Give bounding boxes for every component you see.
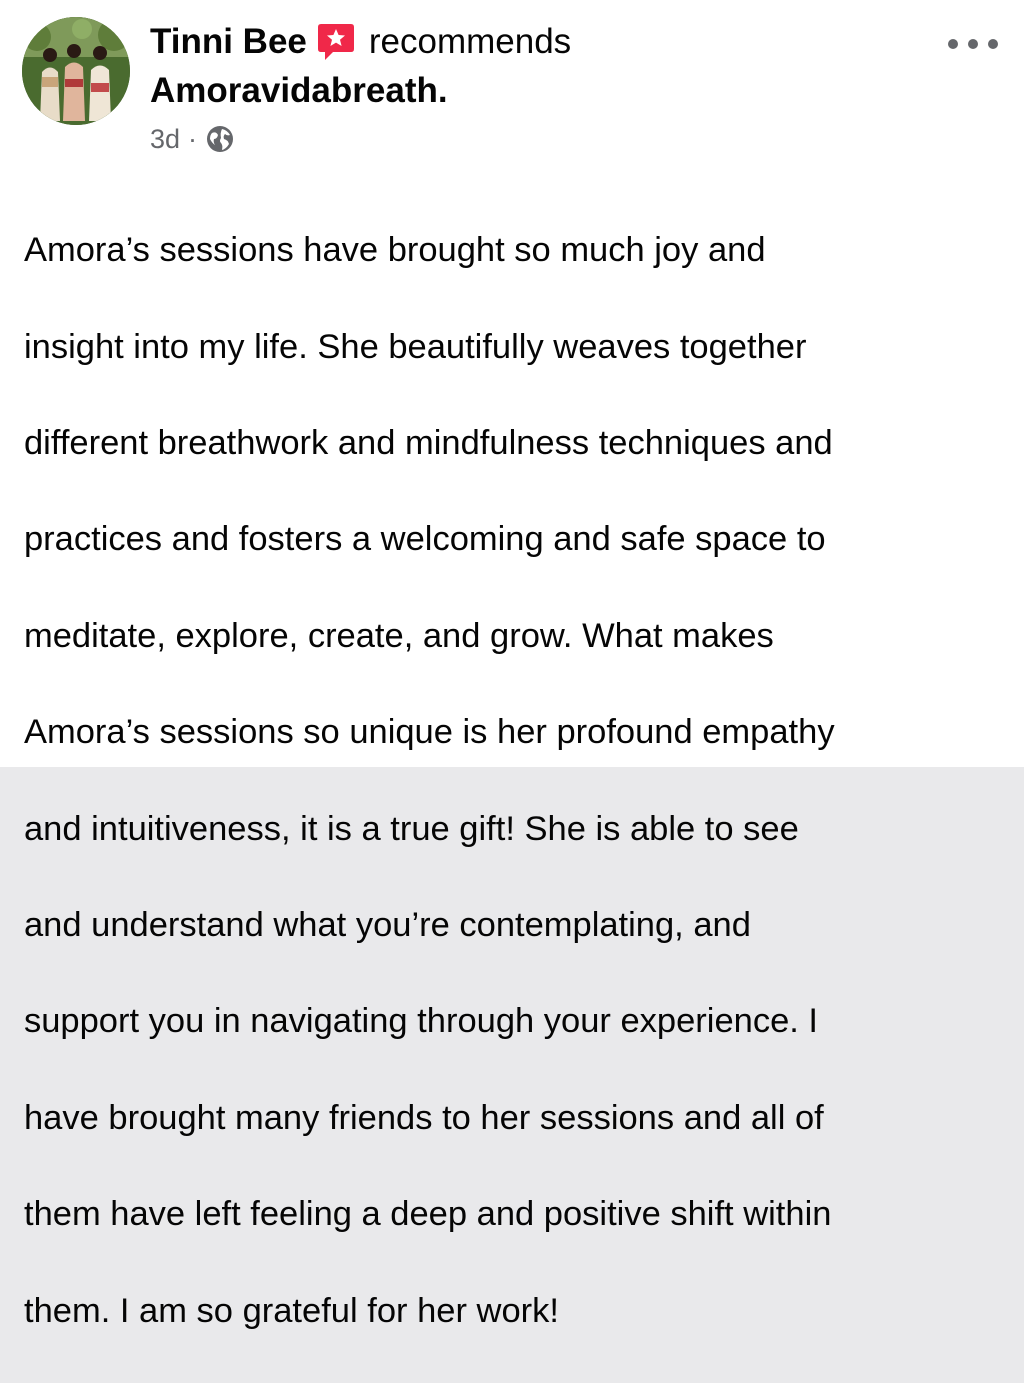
- recommended-page-name[interactable]: Amoravidabreath.: [150, 68, 934, 114]
- more-options-icon[interactable]: [948, 34, 998, 54]
- post-timestamp[interactable]: 3d: [150, 124, 180, 155]
- post-text-line: Amora’s sessions so unique is her profou…: [24, 713, 835, 752]
- author-name[interactable]: Tinni Bee: [150, 22, 307, 62]
- avatar-photo: [22, 17, 130, 125]
- post-meta: 3d ·: [150, 122, 934, 156]
- post-text-line: them have left feeling a deep and positi…: [24, 1195, 832, 1234]
- more-dot: [948, 39, 958, 49]
- post-text-line: and understand what you’re contemplating…: [24, 906, 751, 945]
- post-text-line: Amora’s sessions have brought so much jo…: [24, 231, 766, 270]
- post-text-line: meditate, explore, create, and grow. Wha…: [24, 616, 774, 655]
- post-text-line: insight into my life. She beautifully we…: [24, 327, 807, 366]
- globe-icon[interactable]: [205, 124, 235, 154]
- more-dot: [988, 39, 998, 49]
- post-text-line: them. I am so grateful for her work!: [24, 1291, 559, 1330]
- recommends-label: recommends: [368, 22, 572, 61]
- post-body: Amora’s sessions have brought so much jo…: [24, 178, 1009, 1383]
- post-header: Tinni Bee recommends Amoravidabreath. 3d…: [150, 20, 934, 156]
- more-dot: [968, 39, 978, 49]
- post-card: Tinni Bee recommends Amoravidabreath. 3d…: [0, 0, 1024, 1330]
- profile-avatar[interactable]: [22, 17, 130, 125]
- post-text-line: have brought many friends to her session…: [24, 1098, 824, 1137]
- post-text-line: support you in navigating through your e…: [24, 1002, 819, 1041]
- post-text-line: and intuitiveness, it is a true gift! Sh…: [24, 809, 799, 848]
- post-header-line: Tinni Bee recommends: [150, 20, 934, 64]
- post-text-line: practices and fosters a welcoming and sa…: [24, 520, 826, 559]
- recommend-star-icon: [317, 22, 355, 62]
- meta-separator: ·: [188, 123, 198, 154]
- post-text-line: different breathwork and mindfulness tec…: [24, 424, 833, 463]
